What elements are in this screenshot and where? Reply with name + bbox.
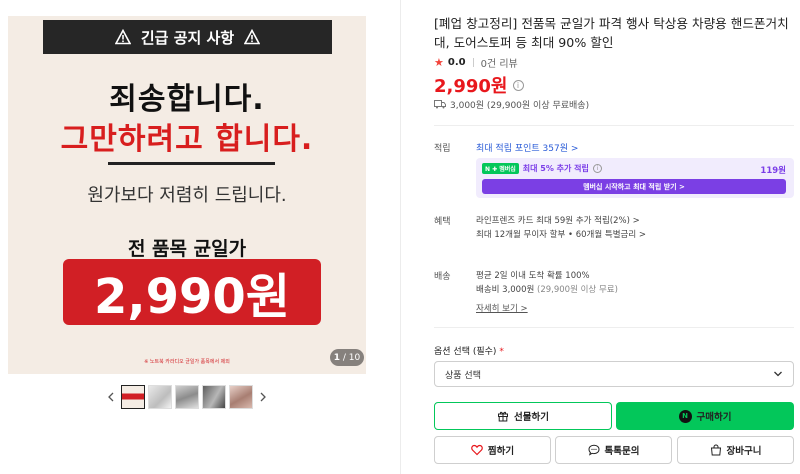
option-select[interactable]: 상품 선택 [434, 361, 794, 387]
membership-badge: N ✚ 멤버십 [482, 163, 519, 174]
product-info-panel: [폐업 창고정리] 전품목 균일가 파격 행사 탁상용 차량용 핸드폰거치대, … [434, 0, 794, 474]
warning-icon [244, 29, 261, 45]
rating-separator [472, 58, 474, 67]
info-icon[interactable]: i [512, 79, 524, 91]
option-select-value: 상품 선택 [445, 370, 481, 381]
product-gallery: 긴급 공지 사항 죄송합니다. 그만하려고 합니다. 원가보다 저렴히 드립니다… [0, 0, 400, 474]
apology-headline: 죄송합니다. [109, 82, 265, 117]
cart-button-label: 장바구니 [726, 446, 762, 457]
benefits-label: 혜택 [434, 217, 451, 227]
thumbnail-1[interactable] [121, 385, 145, 409]
divider [108, 162, 275, 165]
divider [434, 125, 794, 126]
counter-total: / 10 [342, 352, 361, 363]
buy-button-label: 구매하기 [696, 412, 732, 423]
notice-banner: 긴급 공지 사항 [43, 20, 332, 54]
talktalk-button[interactable]: 톡톡문의 [555, 436, 672, 464]
thumbnail-5[interactable] [229, 385, 253, 409]
option-label: 옵션 선택 (필수) * [434, 344, 504, 357]
max-points-link[interactable]: 최대 적립 포인트 357원 > [476, 141, 578, 154]
price-row: 2,990원 i [434, 72, 524, 98]
delivery-fee-main: 배송비 3,000원 [476, 285, 535, 295]
wishlist-button-label: 찜하기 [487, 446, 515, 457]
divider [434, 327, 794, 328]
fine-print: ※ 노트북 카라디오 균일가 품목에서 제외 [144, 359, 230, 365]
rating-row[interactable]: ★ 0.0 0건 리뷰 [434, 55, 518, 70]
rating-score: 0.0 [447, 57, 466, 68]
chat-bubble-icon [588, 444, 600, 456]
subline: 원가보다 저렴히 드립니다. [87, 185, 287, 206]
thumbnail-4[interactable] [202, 385, 226, 409]
gift-button-label: 선물하기 [514, 412, 549, 423]
promo-header: N ✚ 멤버십 최대 5% 추가 적립 i [482, 163, 602, 174]
closing-headline: 그만하려고 합니다. [60, 122, 314, 157]
shopping-bag-icon [710, 444, 721, 456]
delivery-arrival: 평균 2일 이내 도착 확률 100% [476, 271, 590, 281]
thumbnail-2[interactable] [148, 385, 172, 409]
promo-amount: 119원 [760, 166, 786, 176]
truck-icon [434, 100, 446, 109]
chevron-down-icon [774, 371, 782, 377]
naver-pay-icon: N [678, 409, 692, 423]
shipping-row: 3,000원 (29,900원 이상 무료배송) [434, 98, 589, 111]
delivery-label: 배송 [434, 272, 451, 282]
price-banner: 2,990원 [63, 259, 321, 325]
counter-current: 1 [333, 352, 341, 363]
prev-arrow-icon[interactable] [104, 390, 118, 404]
wishlist-button[interactable]: 찜하기 [434, 436, 551, 464]
membership-start-button[interactable]: 멤버십 시작하고 최대 적립 받기 > [482, 179, 786, 194]
delivery-detail-link[interactable]: 자세히 보기 > [476, 302, 528, 314]
notice-title: 긴급 공지 사항 [140, 28, 235, 47]
product-price: 2,990원 [434, 76, 508, 97]
gift-icon [498, 411, 509, 422]
gift-button[interactable]: 선물하기 [434, 402, 612, 430]
thumbnail-3[interactable] [175, 385, 199, 409]
points-label: 적립 [434, 144, 451, 154]
image-counter: 1 / 10 [330, 349, 364, 366]
main-product-image[interactable]: 긴급 공지 사항 죄송합니다. 그만하려고 합니다. 원가보다 저렴히 드립니다… [8, 16, 366, 374]
delivery-fee: 배송비 3,000원 (29,900원 이상 무료) [476, 283, 618, 295]
column-divider [400, 0, 401, 474]
star-icon: ★ [434, 56, 444, 69]
info-icon[interactable]: i [592, 164, 602, 173]
membership-promo: N ✚ 멤버십 최대 5% 추가 적립 i 119원 멤버십 시작하고 최대 적… [476, 158, 794, 198]
option-label-text: 옵션 선택 (필수) [434, 347, 497, 357]
warning-icon [114, 29, 131, 45]
card-benefit-link[interactable]: 라인프렌즈 카드 최대 59원 추가 적립(2%) > [476, 214, 640, 226]
promo-text: 최대 5% 추가 적립 [522, 164, 589, 173]
next-arrow-icon[interactable] [256, 390, 270, 404]
installment-benefit-link[interactable]: 최대 12개월 무이자 할부 • 60개월 특별금리 > [476, 228, 646, 240]
required-mark: * [499, 347, 504, 357]
product-title: [폐업 창고정리] 전품목 균일가 파격 행사 탁상용 차량용 핸드폰거치대, … [434, 16, 789, 50]
delivery-fee-sub: (29,900원 이상 무료) [537, 285, 618, 295]
review-count[interactable]: 0건 리뷰 [481, 55, 518, 70]
thumbnail-strip [104, 384, 270, 410]
buy-button[interactable]: N 구매하기 [616, 402, 794, 430]
cart-button[interactable]: 장바구니 [677, 436, 794, 464]
heart-icon [471, 444, 483, 456]
talktalk-button-label: 톡톡문의 [604, 446, 640, 457]
shipping-text: 3,000원 (29,900원 이상 무료배송) [450, 101, 590, 111]
